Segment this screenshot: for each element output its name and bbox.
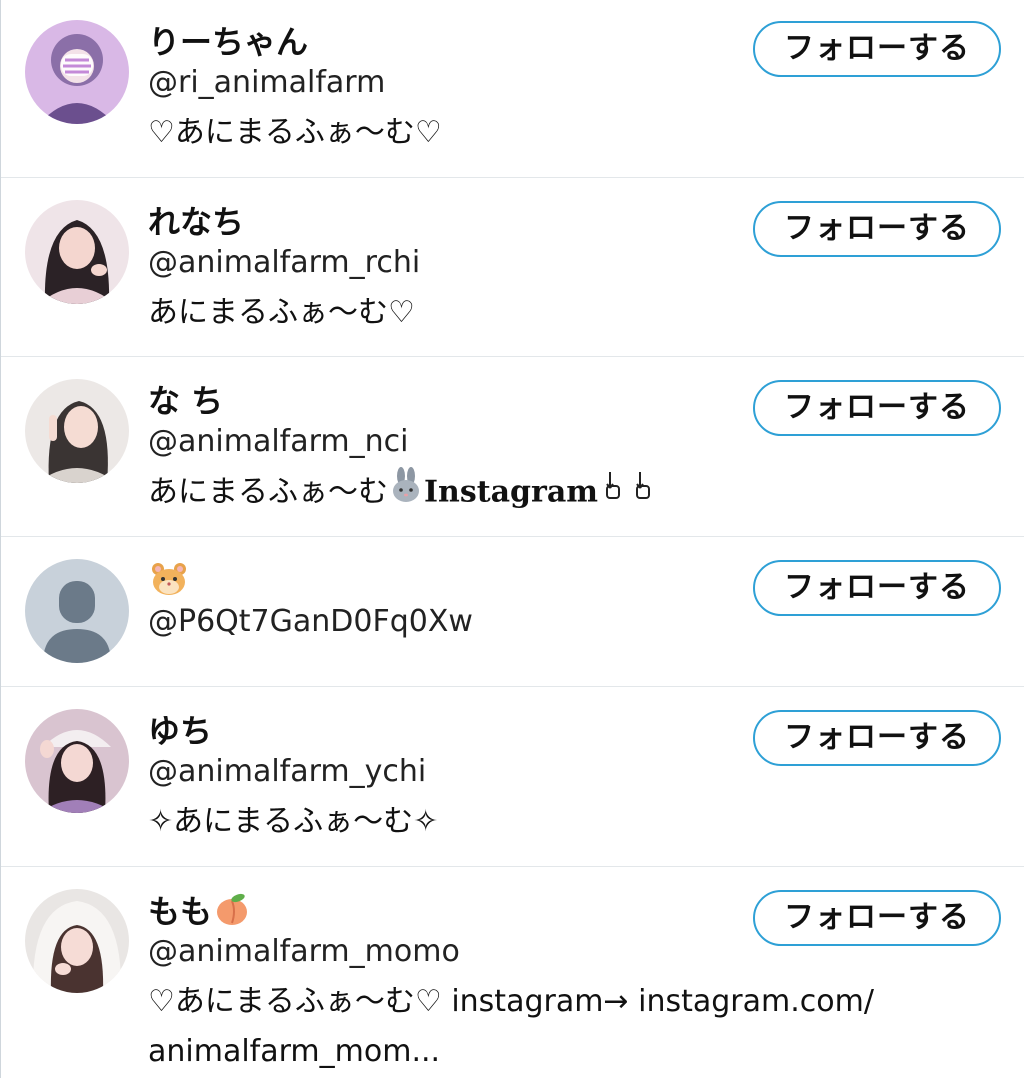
display-name: な ち — [148, 382, 224, 420]
user-row[interactable]: な ち @animalfarm_nci あにまるふぁ〜む Instagram フォ… — [1, 357, 1024, 537]
follow-button[interactable]: フォローする — [753, 890, 1001, 946]
hamster-emoji — [150, 561, 188, 606]
user-row[interactable]: ゆち @animalfarm_ychi ✧あにまるふぁ〜む✧ フォローする — [1, 687, 1024, 867]
user-row[interactable]: りーちゃん @ri_animalfarm ♡あにまるふぁ〜む♡ フォローする — [1, 0, 1024, 178]
follow-button[interactable]: フォローする — [753, 560, 1001, 616]
user-avatar[interactable] — [25, 889, 129, 993]
display-name: もも — [148, 891, 250, 936]
bio-line: ♡あにまるふぁ〜む♡ instagram→ instagram.com/ — [148, 984, 874, 1019]
user-avatar[interactable] — [25, 200, 129, 304]
follow-button[interactable]: フォローする — [753, 380, 1001, 436]
follow-button[interactable]: フォローする — [753, 710, 1001, 766]
user-avatar[interactable] — [25, 20, 129, 124]
user-bio: ♡あにまるふぁ〜む♡ — [148, 115, 442, 150]
display-name-text: もも — [148, 892, 213, 931]
display-name — [148, 561, 188, 606]
peach-emoji — [214, 891, 250, 936]
bio-line: animalfarm_mom... — [148, 1034, 441, 1069]
user-row[interactable]: もも @animalfarm_momo ♡あにまるふぁ〜む♡ instagram… — [1, 867, 1024, 1078]
display-name: れなち — [148, 203, 245, 241]
follow-button[interactable]: フォローする — [753, 21, 1001, 77]
user-bio: ♡あにまるふぁ〜む♡ instagram→ instagram.com/ ani… — [148, 977, 938, 1077]
user-handle: @ri_animalfarm — [148, 65, 386, 100]
user-bio: ✧あにまるふぁ〜む✧ — [148, 804, 439, 839]
user-handle: @animalfarm_rchi — [148, 245, 421, 280]
user-handle: @animalfarm_momo — [148, 934, 460, 969]
display-name: ゆち — [148, 712, 213, 750]
follow-button[interactable]: フォローする — [753, 201, 1001, 257]
user-row[interactable]: @P6Qt7GanD0Fq0Xw フォローする — [1, 537, 1024, 687]
user-bio: あにまるふぁ〜む♡ — [148, 295, 415, 330]
pointing-down-icons — [604, 468, 660, 518]
default-avatar-icon[interactable] — [25, 559, 129, 663]
display-name: りーちゃん — [148, 23, 309, 61]
bio-text: あにまるふぁ〜む — [148, 474, 388, 510]
user-avatar[interactable] — [25, 379, 129, 483]
rabbit-emoji — [388, 467, 424, 519]
follow-suggestion-list: りーちゃん @ri_animalfarm ♡あにまるふぁ〜む♡ フォローする れ… — [0, 0, 1024, 1078]
user-avatar[interactable] — [25, 709, 129, 813]
user-handle: @animalfarm_ychi — [148, 754, 427, 789]
user-row[interactable]: れなち @animalfarm_rchi あにまるふぁ〜む♡ フォローする — [1, 178, 1024, 357]
user-bio: あにまるふぁ〜む Instagram — [148, 467, 938, 519]
user-handle: @P6Qt7GanD0Fq0Xw — [148, 604, 473, 639]
instagram-text: Instagram — [424, 474, 598, 510]
user-handle: @animalfarm_nci — [148, 424, 409, 459]
